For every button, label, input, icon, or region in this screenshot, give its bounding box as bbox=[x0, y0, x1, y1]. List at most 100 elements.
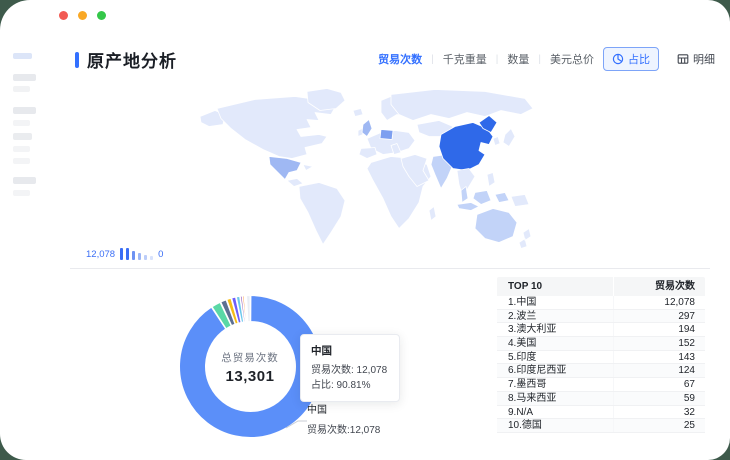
table-cell-value: 194 bbox=[613, 323, 705, 336]
table-row[interactable]: 8.马来西亚59 bbox=[497, 392, 705, 406]
sidebar-skeleton-bar bbox=[13, 107, 36, 114]
sidebar-skeleton-bar bbox=[13, 158, 30, 164]
ratio-toggle-button[interactable]: 占比 bbox=[603, 47, 659, 71]
map-country-sulawesi[interactable] bbox=[495, 193, 509, 203]
tab-separator: | bbox=[431, 54, 434, 65]
detail-button[interactable]: 明细 bbox=[668, 47, 724, 71]
map-country-madagascar[interactable] bbox=[429, 207, 436, 221]
donut-callout: 中国 贸易次数:12,078 bbox=[307, 401, 380, 436]
table-cell-country: 7.墨西哥 bbox=[497, 378, 613, 391]
table-cell-country: 3.澳大利亚 bbox=[497, 323, 613, 336]
table-cell-country: 9.N/A bbox=[497, 406, 613, 419]
map-country-japan[interactable] bbox=[503, 129, 515, 147]
map-country-mexico[interactable] bbox=[269, 157, 301, 180]
table-cell-country: 1.中国 bbox=[497, 296, 613, 309]
metric-tab-4[interactable]: 美元总价 bbox=[550, 51, 594, 67]
map-country-south-america[interactable] bbox=[299, 183, 345, 245]
pie-icon bbox=[612, 53, 624, 65]
sidebar-skeleton-bar bbox=[13, 146, 30, 152]
table-cell-country: 2.波兰 bbox=[497, 310, 613, 323]
grid-icon bbox=[677, 53, 689, 65]
app-window: 原产地分析 贸易次数 | 千克重量 | 数量 | 美元总价 占比 明细 bbox=[0, 0, 730, 460]
map-legend-bar bbox=[120, 248, 123, 260]
top10-table: TOP 10 贸易次数 1.中国12,0782.波兰2973.澳大利亚1944.… bbox=[497, 277, 705, 433]
map-legend-bar bbox=[138, 253, 141, 260]
minimize-button[interactable] bbox=[78, 11, 87, 20]
metric-tab-1[interactable]: 贸易次数 bbox=[378, 51, 422, 67]
sidebar-skeleton-bar bbox=[13, 177, 36, 184]
window-controls bbox=[59, 11, 106, 20]
metric-tab-2[interactable]: 千克重量 bbox=[443, 51, 487, 67]
donut-tooltip: 中国 贸易次数: 12,078 占比: 90.81% bbox=[300, 334, 400, 402]
section-divider bbox=[70, 268, 710, 269]
maximize-button[interactable] bbox=[97, 11, 106, 20]
map-legend-max: 12,078 bbox=[86, 249, 115, 260]
table-row[interactable]: 9.N/A32 bbox=[497, 406, 705, 420]
table-row[interactable]: 2.波兰297 bbox=[497, 310, 705, 324]
map-legend: 12,078 0 bbox=[84, 244, 165, 260]
map-legend-min: 0 bbox=[158, 249, 163, 260]
metric-tab-3[interactable]: 数量 bbox=[507, 51, 529, 67]
table-cell-value: 32 bbox=[613, 406, 705, 419]
world-map[interactable] bbox=[195, 86, 535, 252]
sidebar-skeleton-bar bbox=[13, 190, 30, 196]
map-country-new-zealand[interactable] bbox=[519, 229, 531, 249]
map-legend-bar bbox=[126, 248, 129, 260]
table-row[interactable]: 10.德国25 bbox=[497, 419, 705, 433]
tooltip-percent: 占比: 90.81% bbox=[311, 378, 389, 393]
map-country-philippines[interactable] bbox=[487, 173, 495, 187]
table-row[interactable]: 6.印度尼西亚124 bbox=[497, 364, 705, 378]
table-cell-value: 25 bbox=[613, 419, 705, 432]
map-country-australia[interactable] bbox=[475, 209, 517, 243]
table-cell-value: 124 bbox=[613, 364, 705, 377]
page-title: 原产地分析 bbox=[87, 47, 177, 72]
map-country-sumatra-java[interactable] bbox=[457, 203, 479, 211]
table-row[interactable]: 3.澳大利亚194 bbox=[497, 323, 705, 337]
map-country-poland[interactable] bbox=[380, 130, 393, 140]
table-header-metric: 贸易次数 bbox=[613, 277, 705, 296]
callout-name: 中国 bbox=[307, 401, 380, 416]
map-country-russia[interactable] bbox=[391, 90, 533, 121]
callout-value: 贸易次数:12,078 bbox=[307, 421, 380, 436]
map-legend-bar bbox=[144, 255, 147, 260]
sidebar-skeleton-bar bbox=[13, 53, 32, 59]
tooltip-title: 中国 bbox=[311, 343, 389, 358]
table-cell-country: 8.马来西亚 bbox=[497, 392, 613, 405]
map-legend-bar bbox=[132, 251, 135, 260]
table-row[interactable]: 1.中国12,078 bbox=[497, 296, 705, 310]
map-country-korea[interactable] bbox=[493, 137, 500, 146]
page-header: 原产地分析 bbox=[75, 47, 177, 72]
map-country-uk[interactable] bbox=[362, 120, 372, 137]
title-accent-bar bbox=[75, 52, 79, 68]
metric-tabs: 贸易次数 | 千克重量 | 数量 | 美元总价 占比 明细 bbox=[378, 47, 724, 71]
table-header-rank: TOP 10 bbox=[497, 277, 613, 296]
table-row[interactable]: 7.墨西哥67 bbox=[497, 378, 705, 392]
sidebar-skeleton-bar bbox=[13, 74, 36, 81]
map-country-iceland[interactable] bbox=[353, 109, 363, 117]
map-legend-bars bbox=[120, 248, 153, 260]
table-cell-country: 6.印度尼西亚 bbox=[497, 364, 613, 377]
map-country-central-america[interactable] bbox=[287, 179, 303, 187]
table-cell-value: 297 bbox=[613, 310, 705, 323]
tab-separator: | bbox=[538, 54, 541, 65]
tooltip-trades: 贸易次数: 12,078 bbox=[311, 363, 389, 378]
map-country-papua[interactable] bbox=[511, 195, 529, 207]
map-country-cuba[interactable] bbox=[303, 165, 313, 171]
table-cell-value: 67 bbox=[613, 378, 705, 391]
tab-separator: | bbox=[496, 54, 499, 65]
table-body: 1.中国12,0782.波兰2973.澳大利亚1944.美国1525.印度143… bbox=[497, 296, 705, 433]
sidebar-skeleton-bar bbox=[13, 86, 30, 92]
close-button[interactable] bbox=[59, 11, 68, 20]
table-row[interactable]: 5.印度143 bbox=[497, 351, 705, 365]
map-country-spain[interactable] bbox=[359, 148, 377, 159]
table-row[interactable]: 4.美国152 bbox=[497, 337, 705, 351]
map-legend-bar bbox=[150, 256, 153, 260]
ratio-button-label: 占比 bbox=[628, 51, 650, 67]
table-header-row: TOP 10 贸易次数 bbox=[497, 277, 705, 296]
detail-button-label: 明细 bbox=[693, 51, 715, 67]
callout-connector bbox=[284, 414, 308, 430]
table-cell-country: 4.美国 bbox=[497, 337, 613, 350]
map-country-borneo[interactable] bbox=[473, 191, 491, 205]
table-cell-value: 143 bbox=[613, 351, 705, 364]
table-cell-value: 12,078 bbox=[613, 296, 705, 309]
